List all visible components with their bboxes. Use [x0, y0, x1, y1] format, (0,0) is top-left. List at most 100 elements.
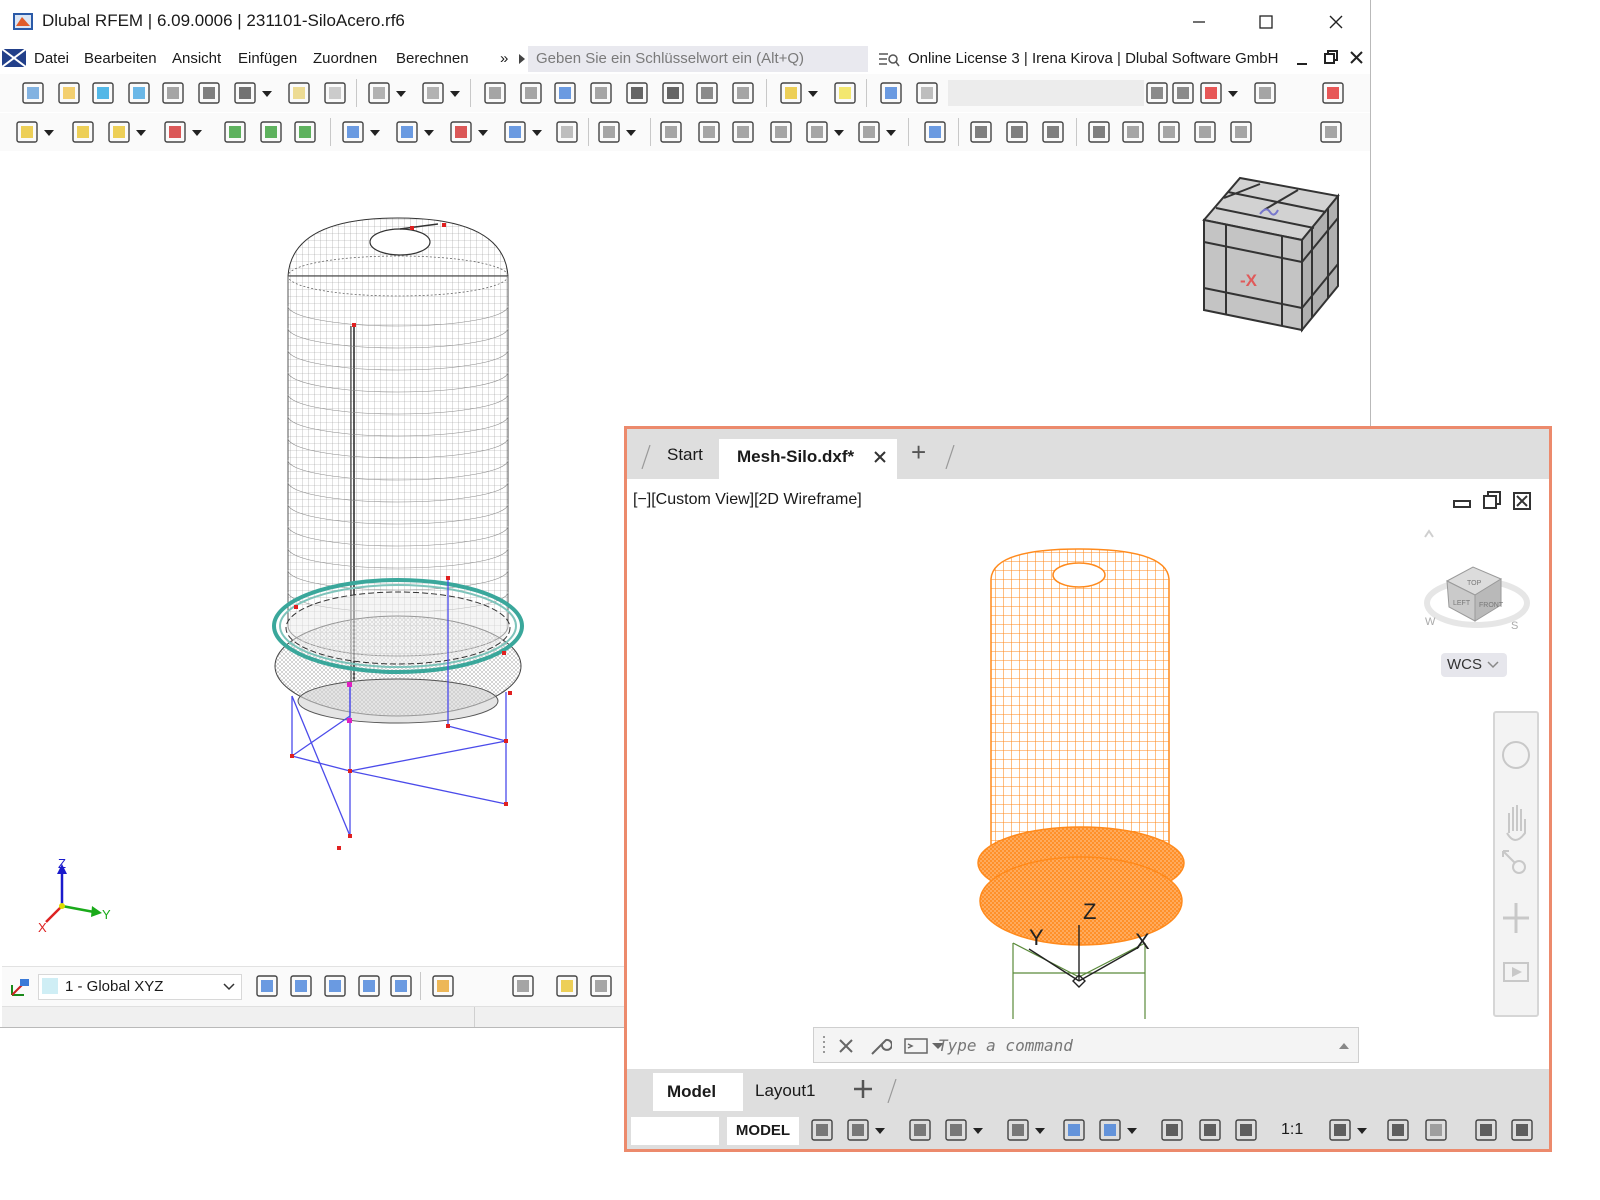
section-icon[interactable]	[968, 119, 994, 145]
table-icon[interactable]	[482, 80, 508, 106]
diagram-icon[interactable]	[552, 80, 578, 106]
line-load-icon[interactable]	[696, 119, 722, 145]
menu-zuordnen[interactable]: Zuordnen	[313, 50, 377, 67]
zoom-clear-icon[interactable]	[1320, 80, 1346, 106]
line-icon[interactable]	[70, 119, 96, 145]
cad-drawing-area[interactable]: Z Y X	[627, 525, 1549, 1025]
view-back-icon[interactable]	[388, 973, 414, 999]
display-icon[interactable]	[554, 973, 580, 999]
dropdown-arrow-icon[interactable]	[370, 130, 380, 136]
wrench-icon[interactable]	[868, 1034, 892, 1058]
doc-minimize-icon[interactable]	[1296, 54, 1308, 66]
doc-restore-icon[interactable]	[1324, 50, 1338, 64]
menu-berechnen[interactable]: Berechnen	[396, 50, 469, 67]
search-list-icon[interactable]	[878, 50, 900, 68]
dropdown-arrow-icon[interactable]	[834, 130, 844, 136]
nodal-load-icon[interactable]	[658, 119, 684, 145]
solid-icon[interactable]	[502, 119, 528, 145]
menu-datei[interactable]: Datei	[34, 50, 69, 67]
view-front-icon[interactable]	[322, 973, 348, 999]
fullscreen-icon[interactable]	[1473, 1117, 1499, 1143]
view-cube[interactable]: -X	[1202, 176, 1340, 333]
select-icon[interactable]	[778, 80, 804, 106]
print-icon[interactable]	[232, 80, 258, 106]
dropdown-arrow-icon[interactable]	[424, 130, 434, 136]
orbit-icon[interactable]	[1503, 903, 1529, 933]
filter-icon[interactable]	[922, 119, 948, 145]
dropdown-arrow-icon[interactable]	[1035, 1128, 1045, 1134]
frame-icon[interactable]	[448, 119, 474, 145]
menu-ansicht[interactable]: Ansicht	[172, 50, 221, 67]
model-space-button[interactable]: MODEL	[727, 1117, 799, 1145]
console-icon[interactable]	[624, 80, 650, 106]
dropdown-arrow-icon[interactable]	[396, 91, 406, 97]
dropdown-arrow-icon[interactable]	[1357, 1128, 1367, 1134]
dropdown-arrow-icon[interactable]	[478, 130, 488, 136]
model-icon[interactable]	[126, 80, 152, 106]
notes-icon[interactable]	[286, 80, 312, 106]
support-surface-icon[interactable]	[292, 119, 318, 145]
viewport-close-icon[interactable]	[1513, 492, 1531, 510]
dropdown-arrow-icon[interactable]	[532, 130, 542, 136]
surface-load-icon[interactable]	[768, 119, 794, 145]
imposed-load-icon[interactable]	[804, 119, 830, 145]
load-icon[interactable]	[596, 119, 622, 145]
animation-icon[interactable]	[1040, 119, 1066, 145]
dropdown-arrow-icon[interactable]	[808, 91, 818, 97]
workspace-icon[interactable]	[1327, 1117, 1353, 1143]
coordinate-system-icon[interactable]	[8, 975, 32, 999]
grid-view-icon[interactable]	[1318, 119, 1344, 145]
view-side-icon[interactable]	[356, 973, 382, 999]
pan-icon[interactable]	[1506, 805, 1526, 841]
dropdown-arrow-icon[interactable]	[1228, 91, 1238, 97]
arrows-icon[interactable]	[1192, 119, 1218, 145]
dropdown-arrow-icon[interactable]	[136, 130, 146, 136]
menu-overflow[interactable]: »	[500, 50, 508, 67]
redo-icon[interactable]	[420, 80, 446, 106]
menu-bearbeiten[interactable]: Bearbeiten	[84, 50, 157, 67]
tab-close-icon[interactable]	[873, 450, 887, 464]
visibility-icon[interactable]	[1252, 80, 1278, 106]
annotation-scale-icon[interactable]	[1233, 1117, 1259, 1143]
hide-icon[interactable]	[588, 973, 614, 999]
close-button[interactable]	[1313, 6, 1359, 38]
customize-icon[interactable]	[1509, 1117, 1535, 1143]
block-icon[interactable]	[554, 119, 580, 145]
dropdown-arrow-icon[interactable]	[450, 91, 460, 97]
support-icon[interactable]	[222, 119, 248, 145]
home-icon[interactable]	[1424, 529, 1434, 538]
annotation-scale[interactable]: 1:1	[1281, 1121, 1303, 1139]
support-line-icon[interactable]	[258, 119, 284, 145]
export-icon[interactable]	[914, 80, 940, 106]
next-icon[interactable]	[1170, 80, 1196, 106]
command-line[interactable]: Type a command	[813, 1027, 1359, 1063]
dropdown-arrow-icon[interactable]	[44, 130, 54, 136]
surface-icon[interactable]	[340, 119, 366, 145]
command-close-icon[interactable]	[838, 1038, 854, 1054]
minimize-button[interactable]	[1176, 6, 1222, 38]
grid-icon[interactable]	[518, 80, 544, 106]
snap-icon[interactable]	[845, 1117, 871, 1143]
tab-layout1[interactable]: Layout1	[755, 1081, 816, 1101]
menu-einfuegen[interactable]: Einfügen	[238, 50, 297, 67]
report-icon[interactable]	[588, 80, 614, 106]
save-icon[interactable]	[196, 80, 222, 106]
polygon-icon[interactable]	[162, 119, 188, 145]
steering-wheel-icon[interactable]	[1502, 741, 1530, 769]
import-icon[interactable]	[878, 80, 904, 106]
member-icon[interactable]	[106, 119, 132, 145]
wcs-dropdown[interactable]: WCS	[1441, 653, 1507, 677]
new-tab-button[interactable]: +	[911, 437, 926, 468]
dropdown-arrow-icon[interactable]	[192, 130, 202, 136]
viewport-restore-icon[interactable]	[1483, 491, 1501, 509]
viewport-minimize-icon[interactable]	[1453, 493, 1471, 509]
annotation-visibility-icon[interactable]	[1159, 1117, 1185, 1143]
opening-icon[interactable]	[394, 119, 420, 145]
polar-icon[interactable]	[943, 1117, 969, 1143]
viewport-controls-label[interactable]: [−][Custom View][2D Wireframe]	[633, 491, 862, 509]
dropdown-arrow-icon[interactable]	[886, 130, 896, 136]
cube-icon[interactable]	[1156, 119, 1182, 145]
tab-mesh-silo[interactable]: Mesh-Silo.dxf*	[719, 439, 897, 479]
chevron-up-icon[interactable]	[1338, 1042, 1350, 1050]
auto-scale-icon[interactable]	[1197, 1117, 1223, 1143]
